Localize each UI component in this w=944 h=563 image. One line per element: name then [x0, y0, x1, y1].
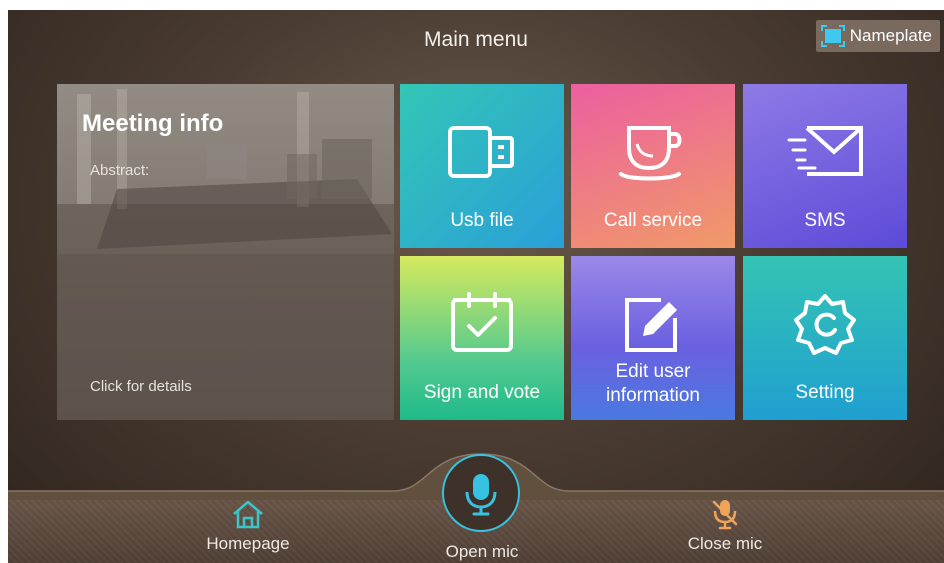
usb-file-icon: [448, 126, 514, 178]
edit-user-information-label: Edit user information: [606, 361, 700, 406]
homepage-label: Homepage: [206, 534, 290, 553]
sign-and-vote-tile[interactable]: Sign and vote: [400, 256, 564, 420]
open-mic-button[interactable]: [442, 454, 520, 532]
usb-file-tile[interactable]: Usb file: [400, 84, 564, 248]
setting-tile[interactable]: Setting: [743, 256, 907, 420]
meeting-info-title: Meeting info: [82, 110, 224, 137]
nameplate-icon: [820, 25, 845, 47]
meeting-abstract-label: Abstract:: [90, 162, 150, 179]
usb-file-label: Usb file: [450, 210, 514, 231]
sms-label: SMS: [804, 210, 846, 231]
home-icon: [233, 500, 263, 529]
nameplate-label: Nameplate: [849, 26, 932, 45]
meeting-info-card[interactable]: Meeting info Abstract: Click for details: [57, 84, 394, 420]
calendar-check-icon: [451, 292, 513, 352]
setting-label: Setting: [795, 382, 855, 403]
call-service-tile[interactable]: Call service: [571, 84, 735, 248]
coffee-cup-icon: [619, 126, 682, 181]
main-menu-screen: Main menu Nameplate Meeting info Abstrac…: [8, 10, 944, 563]
sms-tile[interactable]: SMS: [743, 84, 907, 248]
meeting-details-link[interactable]: Click for details: [90, 378, 192, 395]
envelope-icon: [787, 126, 863, 176]
edit-icon: [625, 298, 677, 352]
call-service-label: Call service: [603, 210, 703, 231]
microphone-icon: [465, 474, 497, 516]
nameplate-button[interactable]: Nameplate: [815, 20, 940, 52]
gear-icon: [794, 294, 856, 355]
sign-and-vote-label: Sign and vote: [423, 382, 541, 403]
open-mic-label[interactable]: Open mic: [422, 542, 542, 562]
edit-user-information-tile[interactable]: Edit user information: [571, 256, 735, 420]
homepage-button[interactable]: Homepage: [178, 498, 318, 554]
mic-off-icon: [712, 500, 738, 530]
page-title: Main menu: [424, 28, 528, 51]
close-mic-button[interactable]: Close mic: [655, 498, 795, 554]
close-mic-label: Close mic: [687, 534, 763, 553]
